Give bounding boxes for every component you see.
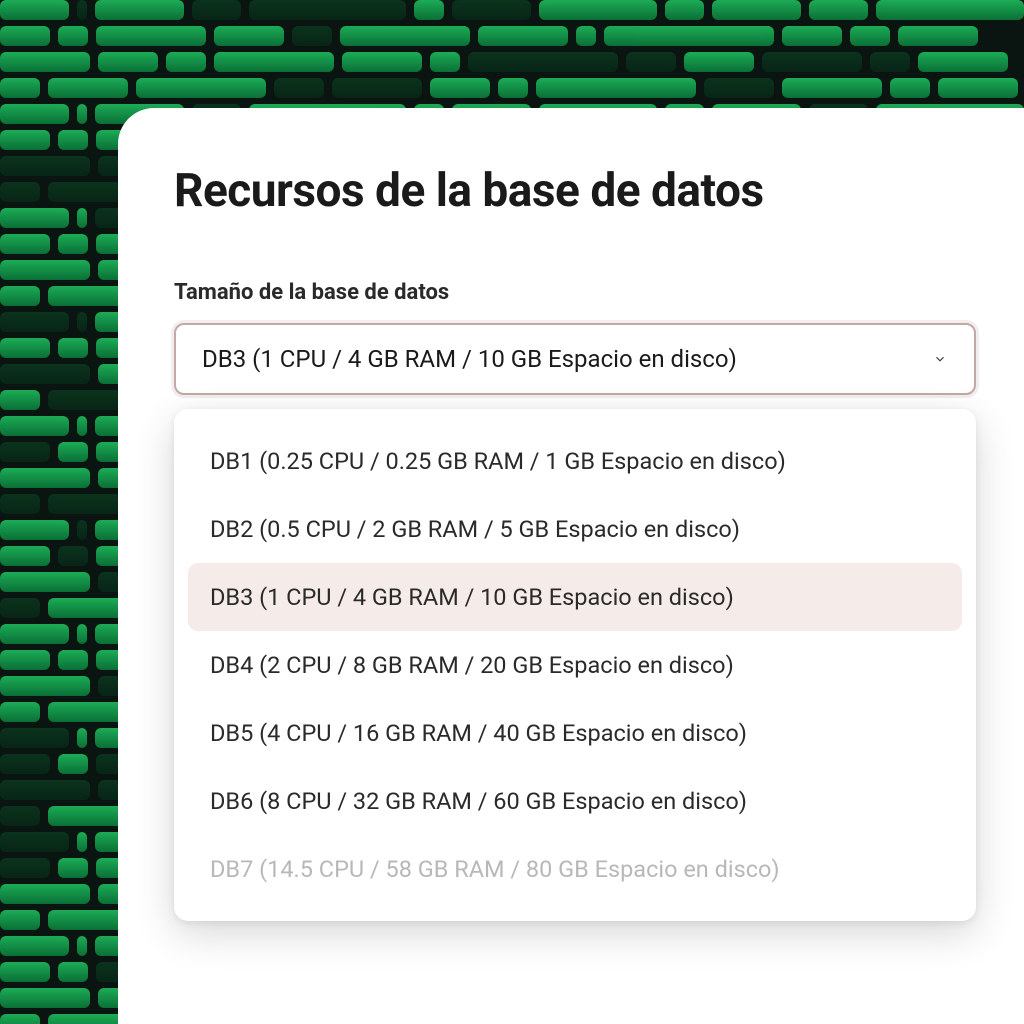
db-size-select[interactable]: DB3 (1 CPU / 4 GB RAM / 10 GB Espacio en… [174, 323, 976, 395]
field-label-db-size: Tamaño de la base de datos [174, 280, 976, 305]
db-size-dropdown: DB1 (0.25 CPU / 0.25 GB RAM / 1 GB Espac… [174, 409, 976, 921]
db-size-option[interactable]: DB6 (8 CPU / 32 GB RAM / 60 GB Espacio e… [188, 767, 962, 835]
db-size-option: DB7 (14.5 CPU / 58 GB RAM / 80 GB Espaci… [188, 835, 962, 903]
chevron-down-icon [932, 351, 948, 367]
db-size-option[interactable]: DB2 (0.5 CPU / 2 GB RAM / 5 GB Espacio e… [188, 495, 962, 563]
db-size-option[interactable]: DB1 (0.25 CPU / 0.25 GB RAM / 1 GB Espac… [188, 427, 962, 495]
database-resources-card: Recursos de la base de datos Tamaño de l… [118, 108, 1024, 1024]
db-size-option[interactable]: DB3 (1 CPU / 4 GB RAM / 10 GB Espacio en… [188, 563, 962, 631]
db-size-option[interactable]: DB5 (4 CPU / 16 GB RAM / 40 GB Espacio e… [188, 699, 962, 767]
db-size-option[interactable]: DB4 (2 CPU / 8 GB RAM / 20 GB Espacio en… [188, 631, 962, 699]
db-size-selected-value: DB3 (1 CPU / 4 GB RAM / 10 GB Espacio en… [202, 345, 737, 373]
card-title: Recursos de la base de datos [174, 164, 976, 218]
